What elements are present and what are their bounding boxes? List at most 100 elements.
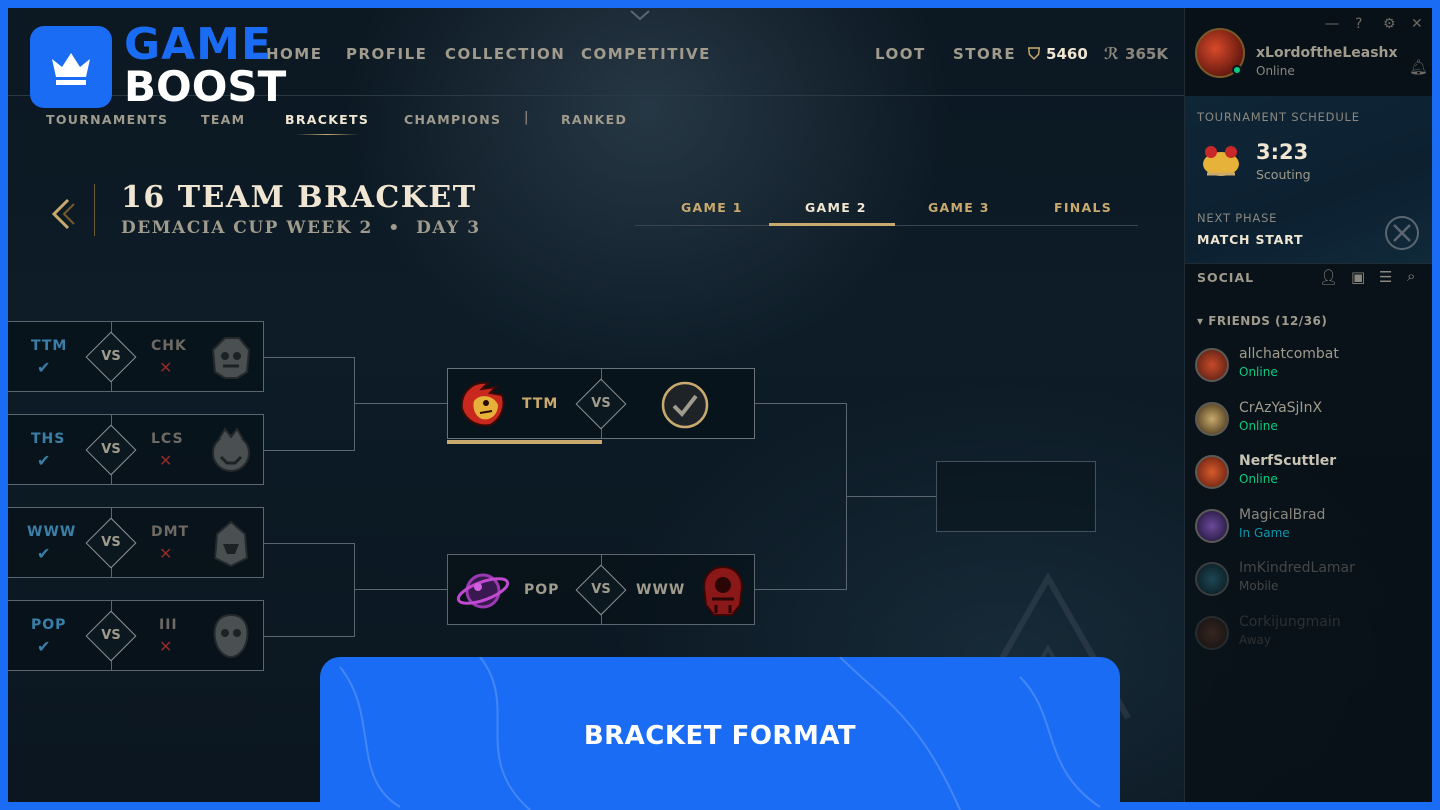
chevron-down-icon[interactable]	[628, 8, 652, 22]
vs-label: VS	[101, 628, 121, 643]
team-b-name: LCS	[151, 431, 184, 447]
banner-title: BRACKET FORMAT	[583, 721, 857, 751]
nav-store[interactable]: STORE	[953, 45, 1016, 63]
next-phase-label: NEXT PHASE	[1197, 211, 1278, 225]
team-logo-icon	[205, 518, 257, 572]
friend-avatar	[1195, 616, 1229, 650]
search-icon[interactable]: ⌕	[1407, 267, 1415, 285]
friend-status: In Game	[1239, 526, 1290, 540]
friend-avatar	[1195, 562, 1229, 596]
friends-group-header[interactable]: ▾ FRIENDS (12/36)	[1197, 314, 1327, 328]
brand-wordmark: GAME BOOST	[124, 19, 286, 108]
subnav-champions[interactable]: CHAMPIONS	[404, 112, 501, 127]
match-round1-2[interactable]: THS ✔ VS LCS ✕	[8, 414, 264, 485]
list-item[interactable]: allchatcombat Online	[1195, 344, 1425, 392]
list-item[interactable]: ImKindredLamar Mobile	[1195, 558, 1425, 606]
tab-finals[interactable]: FINALS	[1054, 200, 1112, 215]
game-tabs: GAME 1 GAME 2 GAME 3 FINALS	[635, 194, 1138, 226]
match-round2-2[interactable]: POP VS WWW	[447, 554, 755, 625]
subtitle-dot: •	[388, 218, 401, 238]
bracket-line	[263, 636, 355, 637]
friend-status: Online	[1239, 365, 1278, 379]
team-logo-icon	[456, 565, 510, 619]
tab-game-3[interactable]: GAME 3	[928, 200, 990, 215]
friend-name: allchatcombat	[1239, 346, 1339, 362]
bracket-line	[846, 496, 936, 497]
friend-name: CrAzYaSjInX	[1239, 400, 1323, 416]
bracket-line	[754, 403, 846, 404]
list-item[interactable]: Corkijungmain Away	[1195, 612, 1425, 660]
close-icon[interactable]: ✕	[1411, 16, 1423, 32]
minimize-icon[interactable]: —	[1325, 16, 1339, 32]
match-round1-1[interactable]: TTM ✔ VS CHK ✕	[8, 321, 264, 392]
team-a-name: POP	[31, 617, 67, 633]
tournament-schedule: TOURNAMENT SCHEDULE 3:23 Scouting NEXT P…	[1185, 96, 1432, 264]
brand-line-1: GAME	[124, 19, 273, 70]
vs-label: VS	[101, 349, 121, 364]
team-a-name: THS	[31, 431, 66, 447]
nav-loot[interactable]: LOOT	[875, 45, 926, 63]
tab-game-2[interactable]: GAME 2	[805, 200, 867, 215]
friend-name: NerfScuttler	[1239, 453, 1337, 469]
bracket-line	[354, 589, 447, 590]
gear-icon[interactable]: ⚙	[1383, 16, 1396, 32]
team-logo-icon	[456, 379, 510, 433]
friends-group-label: FRIENDS (12/36)	[1208, 314, 1328, 328]
bracket-line	[754, 589, 846, 590]
vs-label: VS	[591, 582, 611, 597]
match-round1-4[interactable]: POP ✔ VS III ✕	[8, 600, 264, 671]
friend-status: Online	[1239, 472, 1278, 486]
team-b-name: WWW	[636, 582, 686, 598]
help-icon[interactable]: ?	[1355, 16, 1362, 32]
nav-profile[interactable]: PROFILE	[346, 45, 427, 63]
tab-game-1[interactable]: GAME 1	[681, 200, 743, 215]
match-round1-3[interactable]: WWW ✔ VS DMT ✕	[8, 507, 264, 578]
subnav-team[interactable]: TEAM	[201, 112, 245, 127]
title-divider	[94, 184, 95, 236]
caret-down-icon: ▾	[1197, 314, 1209, 328]
add-folder-icon[interactable]: ▣	[1351, 268, 1365, 286]
blue-essence-balance[interactable]: ⛉ 5460	[1028, 44, 1088, 64]
list-item[interactable]: MagicalBrad In Game	[1195, 505, 1425, 553]
team-a-name: TTM	[31, 338, 68, 354]
bottom-banner: BRACKET FORMAT	[320, 657, 1120, 810]
subnav-brackets[interactable]: BRACKETS	[285, 112, 369, 135]
match-round2-1[interactable]: TTM VS	[447, 368, 755, 444]
nav-competitive[interactable]: COMPETITIVE	[581, 45, 711, 63]
schedule-timer: 3:23	[1256, 140, 1309, 164]
add-friend-icon[interactable]: 👤︎	[1319, 268, 1338, 286]
subnav-ranked[interactable]: RANKED	[561, 112, 627, 127]
team-logo-icon	[205, 332, 257, 386]
list-item[interactable]: CrAzYaSjInX Online	[1195, 398, 1425, 446]
riot-points-balance[interactable]: ℛ 365K	[1104, 44, 1168, 63]
social-label: SOCIAL	[1197, 270, 1255, 285]
back-button[interactable]	[48, 194, 78, 234]
friend-status: Away	[1239, 633, 1271, 647]
list-item[interactable]: NerfScuttler Online	[1195, 451, 1425, 499]
friend-avatar	[1195, 348, 1229, 382]
x-icon: ✕	[159, 544, 173, 563]
active-tab-indicator	[769, 223, 895, 226]
nav-collection[interactable]: COLLECTION	[445, 45, 565, 63]
friend-name: MagicalBrad	[1239, 507, 1326, 523]
online-status-dot	[1232, 65, 1242, 75]
profile-name: xLordoftheLeashx	[1256, 45, 1398, 61]
friend-avatar	[1195, 402, 1229, 436]
blue-essence-value: 5460	[1046, 45, 1088, 63]
bracket-line	[263, 543, 355, 544]
riot-points-value: 365K	[1125, 44, 1168, 63]
checkmark-circle-icon	[660, 380, 710, 434]
match-round3-1[interactable]	[936, 461, 1096, 532]
team-logo-icon	[698, 565, 748, 621]
bracket-line	[354, 403, 447, 404]
clash-icon[interactable]	[1383, 214, 1421, 256]
bell-icon[interactable]: 🔔︎	[1409, 58, 1428, 76]
vs-label: VS	[101, 535, 121, 550]
vs-label: VS	[101, 442, 121, 457]
logo	[30, 26, 112, 108]
team-logo-icon	[205, 611, 257, 665]
list-icon[interactable]: ☰	[1379, 268, 1392, 286]
bracket-line	[354, 357, 355, 451]
subnav-tournaments[interactable]: TOURNAMENTS	[46, 112, 168, 127]
check-icon: ✔	[37, 637, 51, 656]
